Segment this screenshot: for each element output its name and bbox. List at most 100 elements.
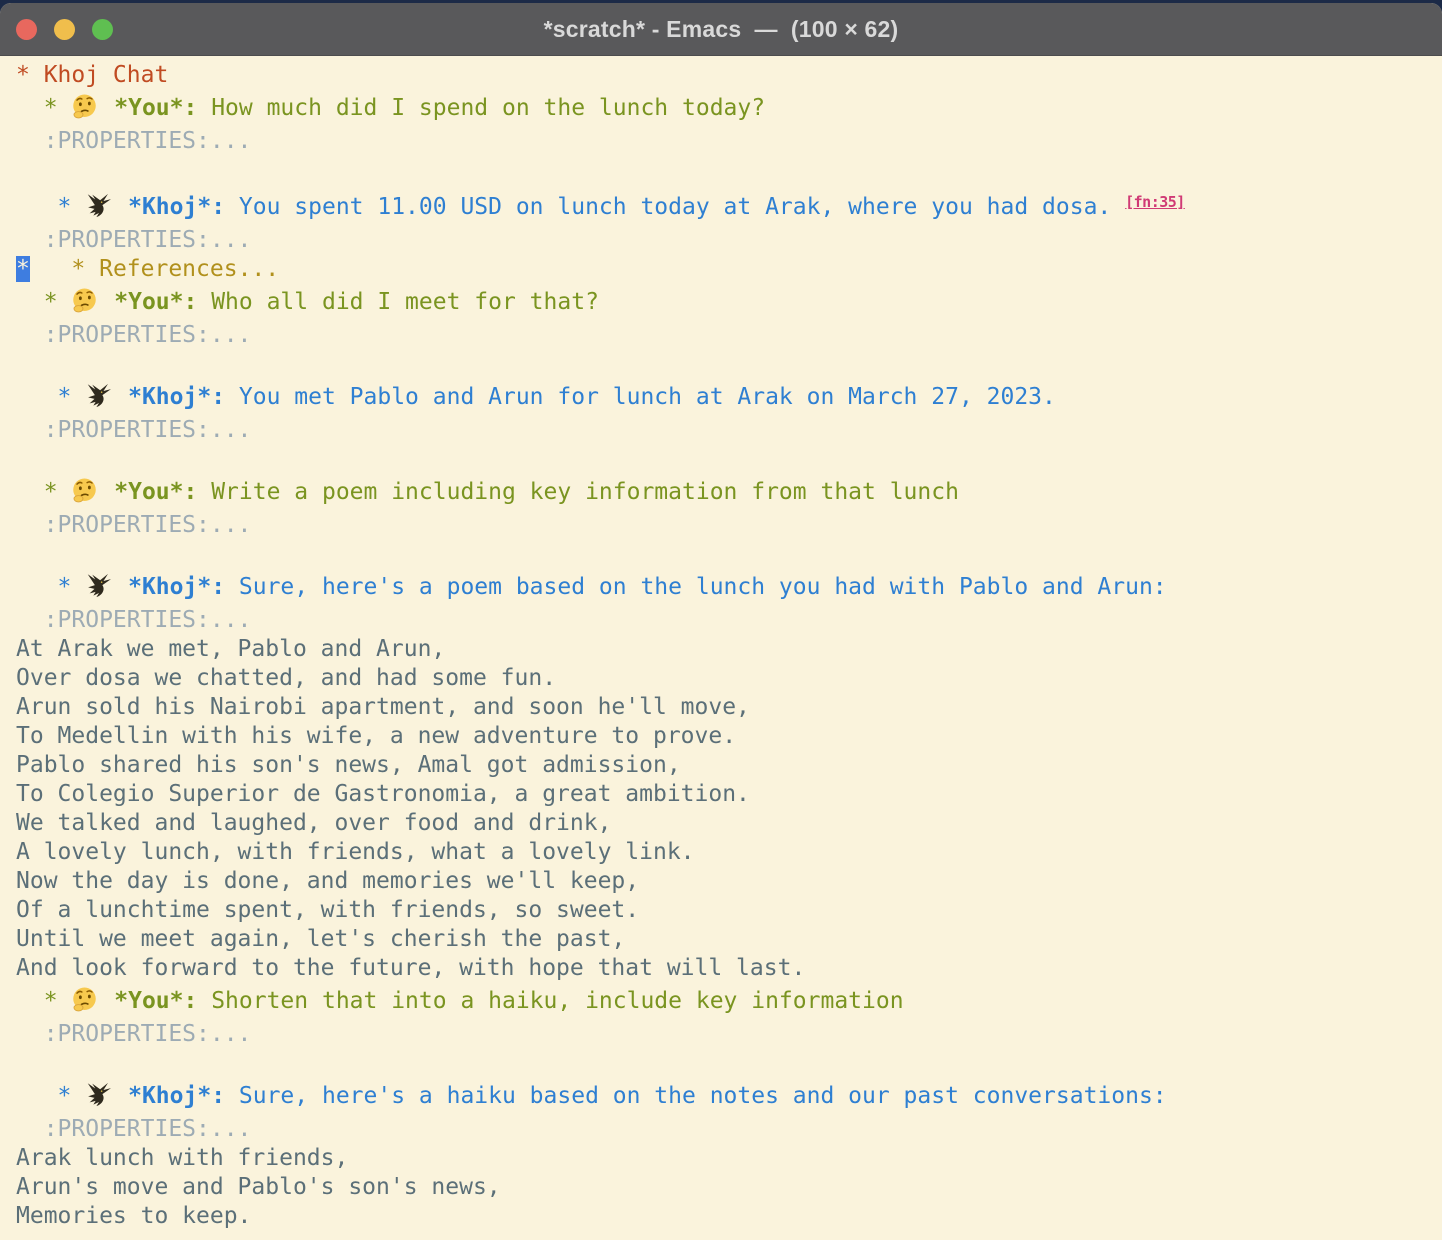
properties-drawer-folded[interactable]: :PROPERTIES:... — [16, 417, 251, 443]
org-heading-stars[interactable]: * — [16, 95, 71, 121]
khoj-answer: You spent 11.00 USD on lunch today at Ar… — [225, 194, 1125, 220]
org-heading-stars[interactable]: * — [16, 384, 85, 410]
khoj-message-line: * *Khoj*: Sure, here's a poem based on t… — [16, 569, 1434, 606]
text-run — [100, 479, 114, 505]
org-heading-stars[interactable]: * — [16, 194, 85, 220]
properties-drawer-line: :PROPERTIES:... — [16, 1020, 1434, 1049]
speaker-you: *You*: — [114, 95, 197, 121]
poem-line: Until we meet again, let's cherish the p… — [16, 925, 1434, 954]
properties-drawer-folded[interactable]: :PROPERTIES:... — [16, 512, 251, 538]
you-question: Who all did I meet for that? — [197, 289, 599, 315]
you-question: Write a poem including key information f… — [197, 479, 959, 505]
properties-drawer-line: :PROPERTIES:... — [16, 321, 1434, 350]
poem-line: A lovely lunch, with friends, what a lov… — [16, 838, 1434, 867]
poem-text: Pablo shared his son's news, Amal got ad… — [16, 752, 681, 778]
you-question: Shorten that into a haiku, include key i… — [197, 988, 903, 1014]
properties-drawer-line: :PROPERTIES:... — [16, 511, 1434, 540]
khoj-message-line: * *Khoj*: You spent 11.00 USD on lunch t… — [16, 185, 1434, 226]
footnote-link[interactable]: [fn:35] — [1125, 193, 1185, 211]
properties-drawer-folded[interactable]: :PROPERTIES:... — [16, 1021, 251, 1047]
poem-text: Over dosa we chatted, and had some fun. — [16, 665, 556, 691]
poem-text: At Arak we met, Pablo and Arun, — [16, 636, 445, 662]
text-run — [114, 1083, 128, 1109]
org-heading-stars[interactable]: * — [16, 479, 71, 505]
traffic-lights — [0, 19, 113, 40]
properties-drawer-line: :PROPERTIES:... — [16, 1115, 1434, 1144]
properties-drawer-folded[interactable]: :PROPERTIES:... — [16, 607, 251, 633]
cursor-highlighted-star[interactable]: * — [16, 256, 30, 282]
blank-line — [16, 445, 1434, 474]
properties-drawer-line: :PROPERTIES:... — [16, 226, 1434, 255]
properties-drawer-folded[interactable]: :PROPERTIES:... — [16, 227, 251, 253]
org-heading-stars[interactable]: * — [16, 1083, 85, 1109]
thinking-face-emoji — [71, 477, 100, 507]
close-button[interactable] — [16, 19, 37, 40]
poem-line: Of a lunchtime spent, with friends, so s… — [16, 896, 1434, 925]
khoj-message-line: * *Khoj*: You met Pablo and Arun for lun… — [16, 379, 1434, 416]
minimize-button[interactable] — [54, 19, 75, 40]
poem-text: To Colegio Superior de Gastronomia, a gr… — [16, 781, 750, 807]
properties-drawer-folded[interactable]: :PROPERTIES:... — [16, 322, 251, 348]
poem-text: To Medellin with his wife, a new adventu… — [16, 723, 736, 749]
org-heading-stars[interactable]: * — [16, 988, 71, 1014]
khoj-answer: Sure, here's a poem based on the lunch y… — [225, 574, 1167, 600]
emacs-window: *scratch* - Emacs — (100 × 62) * Khoj Ch… — [0, 3, 1442, 1240]
haiku-line: Arak lunch with friends, — [16, 1144, 1434, 1173]
speaker-khoj: *Khoj*: — [128, 1083, 225, 1109]
poem-line: Over dosa we chatted, and had some fun. — [16, 664, 1434, 693]
speaker-you: *You*: — [114, 479, 197, 505]
poem-text: Until we meet again, let's cherish the p… — [16, 926, 625, 952]
eagle-emoji — [85, 572, 114, 602]
org-heading-stars[interactable]: * — [16, 289, 71, 315]
titlebar[interactable]: *scratch* - Emacs — (100 × 62) — [0, 3, 1442, 56]
properties-drawer-line: :PROPERTIES:... — [16, 127, 1434, 156]
haiku-line: Memories to keep. — [16, 1202, 1434, 1231]
text-run — [100, 988, 114, 1014]
text-run — [100, 95, 114, 121]
poem-text: We talked and laughed, over food and dri… — [16, 810, 611, 836]
text-run — [114, 384, 128, 410]
khoj-chat-heading[interactable]: * Khoj Chat — [16, 62, 168, 88]
you-message-line: * *You*: How much did I spend on the lun… — [16, 90, 1434, 127]
thinking-face-emoji — [71, 986, 100, 1016]
eagle-emoji — [85, 1081, 114, 1111]
speaker-you: *You*: — [114, 988, 197, 1014]
speaker-khoj: *Khoj*: — [128, 384, 225, 410]
khoj-chat-heading-line: * Khoj Chat — [16, 61, 1434, 90]
eagle-emoji — [85, 192, 114, 222]
eagle-emoji — [85, 382, 114, 412]
poem-line: Arun sold his Nairobi apartment, and soo… — [16, 693, 1434, 722]
poem-text: Of a lunchtime spent, with friends, so s… — [16, 897, 639, 923]
window-title: *scratch* - Emacs — (100 × 62) — [0, 16, 1442, 43]
properties-drawer-folded[interactable]: :PROPERTIES:... — [16, 1116, 251, 1142]
speaker-you: *You*: — [114, 289, 197, 315]
org-heading-stars[interactable]: * — [16, 574, 85, 600]
khoj-answer: Sure, here's a haiku based on the notes … — [225, 1083, 1167, 1109]
poem-line: Now the day is done, and memories we'll … — [16, 867, 1434, 896]
you-message-line: * *You*: Who all did I meet for that? — [16, 284, 1434, 321]
references-heading[interactable]: * References... — [71, 256, 279, 282]
poem-line: To Colegio Superior de Gastronomia, a gr… — [16, 780, 1434, 809]
poem-text: And look forward to the future, with hop… — [16, 955, 805, 981]
text-run — [100, 289, 114, 315]
blank-line — [16, 1049, 1434, 1078]
haiku-text: Memories to keep. — [16, 1203, 251, 1229]
blank-line — [16, 350, 1434, 379]
haiku-text: Arun's move and Pablo's son's news, — [16, 1174, 501, 1200]
poem-line: Pablo shared his son's news, Amal got ad… — [16, 751, 1434, 780]
properties-drawer-line: :PROPERTIES:... — [16, 606, 1434, 635]
references-line: * * References... — [16, 255, 1434, 284]
zoom-button[interactable] — [92, 19, 113, 40]
thinking-face-emoji — [71, 287, 100, 317]
you-message-line: * *You*: Shorten that into a haiku, incl… — [16, 983, 1434, 1020]
khoj-answer: You met Pablo and Arun for lunch at Arak… — [225, 384, 1056, 410]
haiku-line: Arun's move and Pablo's son's news, — [16, 1173, 1434, 1202]
blank-line — [16, 156, 1434, 185]
poem-line: To Medellin with his wife, a new adventu… — [16, 722, 1434, 751]
properties-drawer-folded[interactable]: :PROPERTIES:... — [16, 128, 251, 154]
you-message-line: * *You*: Write a poem including key info… — [16, 474, 1434, 511]
buffer[interactable]: * Khoj Chat * *You*: How much did I spen… — [0, 56, 1442, 1231]
poem-text: Arun sold his Nairobi apartment, and soo… — [16, 694, 750, 720]
text-run — [30, 256, 72, 282]
poem-line: We talked and laughed, over food and dri… — [16, 809, 1434, 838]
